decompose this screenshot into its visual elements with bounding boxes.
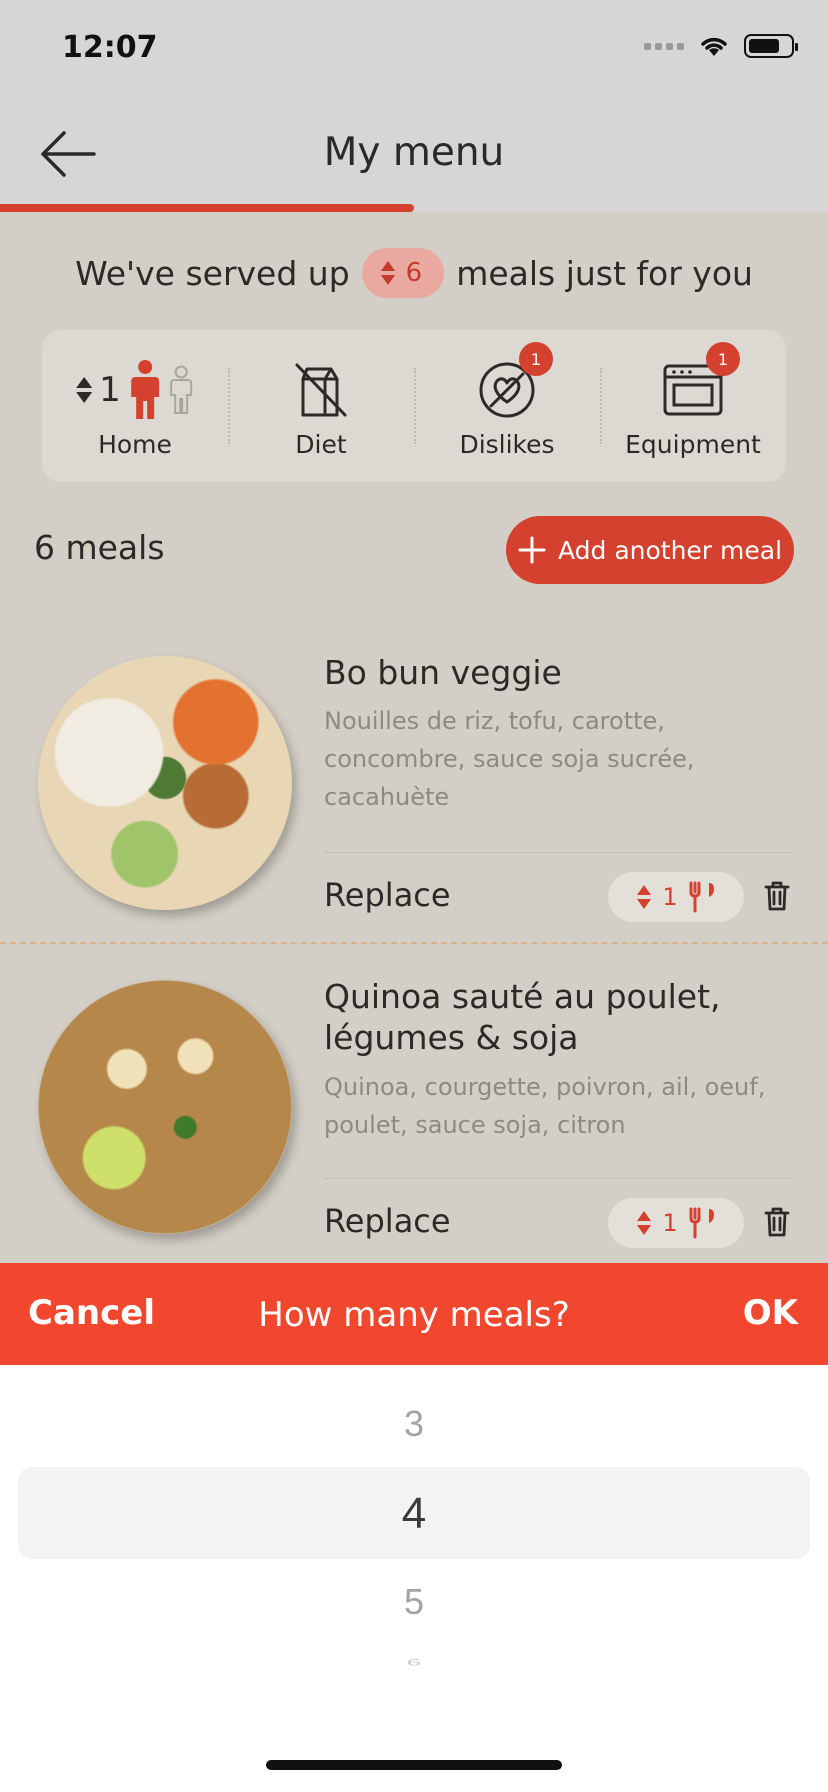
meal-count-value: 6 — [405, 258, 423, 288]
meal-title: Quinoa sauté au poulet, légumes & soja — [324, 977, 721, 1057]
dislikes-icon-wrap: 1 — [477, 342, 553, 422]
plus-icon — [518, 536, 546, 564]
no-milk-icon — [295, 363, 347, 417]
meals-count: 6 meals — [34, 528, 165, 567]
setting-dislikes-label: Dislikes — [459, 430, 555, 459]
picker-toolbar: Cancel How many meals? OK — [0, 1263, 828, 1365]
replace-button[interactable]: Replace — [324, 876, 451, 914]
status-time: 12:07 — [62, 30, 158, 65]
meal-ingredients: Nouilles de riz, tofu, carotte, concombr… — [324, 707, 695, 811]
portion-stepper[interactable]: 1 — [608, 1198, 744, 1248]
meal-count-stepper[interactable]: 6 — [361, 248, 445, 298]
setting-diet[interactable]: Diet — [228, 330, 414, 482]
setting-dislikes[interactable]: 1 Dislikes — [414, 330, 600, 482]
battery-icon — [744, 34, 798, 58]
meal-divider — [324, 852, 794, 853]
home-icon-group: 1 — [75, 358, 195, 422]
served-text-before: We've served up — [75, 253, 350, 293]
replace-button[interactable]: Replace — [324, 1202, 451, 1240]
served-text-after: meals just for you — [456, 253, 753, 293]
quinoa-photo — [38, 980, 292, 1234]
preferences-card: 1 Home Diet 1 Dislikes 1 Equipment — [42, 330, 786, 482]
header: My menu — [0, 100, 828, 212]
home-indicator — [266, 1760, 562, 1770]
meal-title: Bo bun veggie — [324, 653, 562, 692]
setting-home[interactable]: 1 Home — [42, 330, 228, 482]
signal-icon — [644, 42, 684, 50]
status-icons — [644, 34, 798, 58]
portion-value: 1 — [662, 1209, 678, 1237]
page-title: My menu — [323, 130, 505, 175]
meal-separator — [0, 942, 828, 944]
picker-ok-button[interactable]: OK — [743, 1293, 798, 1333]
equipment-badge: 1 — [706, 342, 740, 376]
picker-option[interactable]: 3 — [0, 1403, 828, 1445]
add-meal-label: Add another meal — [557, 535, 783, 565]
portion-stepper[interactable]: 1 — [608, 872, 744, 922]
picker-title: How many meals? — [258, 1295, 570, 1335]
wifi-icon — [701, 37, 727, 56]
setting-diet-label: Diet — [295, 430, 347, 459]
add-meal-button[interactable]: Add another meal — [506, 516, 794, 584]
progress-fill — [0, 204, 414, 212]
child-icon — [169, 365, 192, 414]
setting-home-label: Home — [98, 430, 172, 459]
progress-bar — [0, 204, 828, 212]
portion-value: 1 — [662, 883, 678, 911]
meal-ingredients: Quinoa, courgette, poivron, ail, oeuf, p… — [324, 1073, 766, 1139]
equipment-icon-wrap: 1 — [662, 342, 740, 422]
cutlery-icon — [689, 881, 714, 913]
sort-arrows-icon — [76, 377, 93, 403]
meal-count-picker[interactable]: 2 3 4 5 6 — [0, 1365, 828, 1792]
dislikes-badge: 1 — [519, 342, 553, 376]
trash-icon — [764, 881, 790, 911]
home-count: 1 — [99, 370, 121, 410]
setting-equipment-label: Equipment — [625, 430, 761, 459]
status-bar: 12:07 — [0, 0, 828, 100]
trash-icon — [764, 1207, 790, 1237]
served-summary: We've served up 6 meals just for you — [0, 248, 828, 298]
diet-icon-wrap — [293, 358, 349, 422]
cutlery-icon — [689, 1207, 714, 1239]
sort-arrows-icon — [637, 885, 652, 909]
sort-arrows-icon — [637, 1211, 652, 1235]
picker-option-selected[interactable]: 4 — [0, 1489, 828, 1539]
person-icon — [130, 360, 159, 419]
picker-option[interactable]: 5 — [0, 1581, 828, 1623]
meal-divider — [324, 1178, 794, 1179]
delete-button[interactable] — [760, 1202, 794, 1242]
sort-arrows-icon — [380, 261, 395, 285]
delete-button[interactable] — [760, 876, 794, 916]
bo-bun-photo — [38, 656, 292, 910]
setting-equipment[interactable]: 1 Equipment — [600, 330, 786, 482]
picker-option[interactable]: 6 — [0, 1657, 828, 1668]
